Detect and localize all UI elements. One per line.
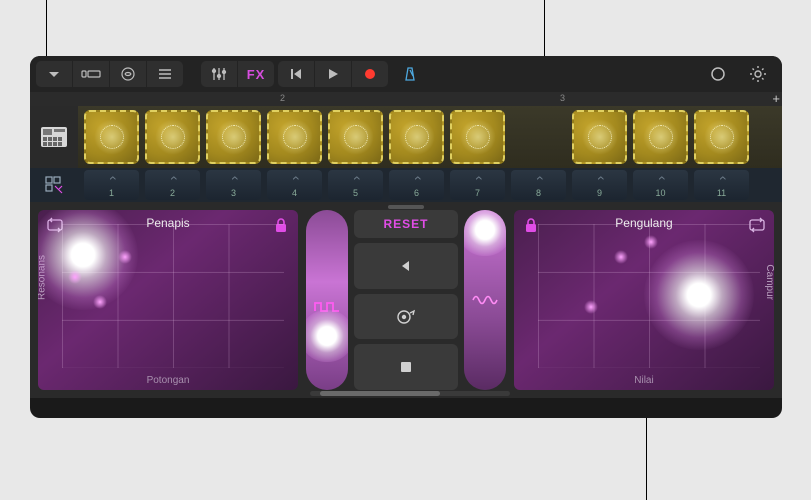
step-button[interactable]: 2 xyxy=(145,170,200,200)
view-segment xyxy=(36,61,183,87)
record-button[interactable] xyxy=(352,61,388,87)
step-button[interactable]: 6 xyxy=(389,170,444,200)
add-section-button[interactable]: + xyxy=(772,92,780,105)
drum-machine-icon[interactable] xyxy=(30,106,78,168)
loop-cell[interactable] xyxy=(84,110,139,164)
settings-button[interactable] xyxy=(740,61,776,87)
scratch-button[interactable] xyxy=(354,294,458,340)
step-button[interactable]: 10 xyxy=(633,170,688,200)
loop-cell[interactable] xyxy=(145,110,200,164)
fx-center-column: RESET xyxy=(306,210,506,390)
step-button[interactable]: 5 xyxy=(328,170,383,200)
loop-cell[interactable] xyxy=(633,110,688,164)
filter-xy-pad[interactable]: Penapis Resonans Potongan xyxy=(38,210,298,390)
menu-button[interactable] xyxy=(36,61,72,87)
ruler-mark: 3 xyxy=(560,93,565,103)
filter-x-label: Potongan xyxy=(38,375,298,386)
timeline-ruler[interactable]: 2 3 + xyxy=(30,92,782,106)
left-fx-slider[interactable] xyxy=(306,210,348,390)
step-button[interactable]: 3 xyxy=(206,170,261,200)
filter-y-label: Resonans xyxy=(38,255,48,300)
panel-segment: FX xyxy=(201,61,274,87)
reverse-button[interactable] xyxy=(354,243,458,289)
loop-cell[interactable] xyxy=(450,110,505,164)
repeater-x-label: Nilai xyxy=(514,375,774,386)
loop-button[interactable] xyxy=(700,61,736,87)
step-button[interactable]: 1 xyxy=(84,170,139,200)
repeater-xy-pad[interactable]: Pengulang Campur Nilai xyxy=(514,210,774,390)
right-fx-slider[interactable] xyxy=(464,210,506,390)
loop-cell[interactable] xyxy=(328,110,383,164)
main-toolbar: FX xyxy=(30,56,782,92)
step-row: 1 2 3 4 5 6 7 8 9 10 11 xyxy=(30,168,782,202)
step-button[interactable]: 4 xyxy=(267,170,322,200)
loop-cell[interactable] xyxy=(267,110,322,164)
loop-cell[interactable] xyxy=(694,110,749,164)
stop-button[interactable] xyxy=(354,344,458,390)
step-button[interactable]: 9 xyxy=(572,170,627,200)
fx-panel: Penapis Resonans Potongan RESET xyxy=(30,202,782,398)
loop-cell[interactable] xyxy=(572,110,627,164)
list-button[interactable] xyxy=(147,61,183,87)
step-button[interactable]: 11 xyxy=(694,170,749,200)
fx-scrollbar[interactable] xyxy=(310,391,510,396)
loop-cell[interactable] xyxy=(389,110,444,164)
mixer-button[interactable] xyxy=(201,61,237,87)
browser-button[interactable] xyxy=(110,61,146,87)
step-button[interactable]: 7 xyxy=(450,170,505,200)
fx-center-buttons: RESET xyxy=(354,210,458,390)
app-window: FX 2 3 + xyxy=(30,56,782,418)
go-to-start-button[interactable] xyxy=(278,61,314,87)
reset-button[interactable]: RESET xyxy=(354,210,458,238)
ruler-mark: 2 xyxy=(280,93,285,103)
repeater-y-label: Campur xyxy=(765,264,775,300)
fx-button[interactable]: FX xyxy=(238,61,274,87)
fx-label: FX xyxy=(247,67,266,82)
loop-cell[interactable] xyxy=(206,110,261,164)
live-loop-cells xyxy=(78,106,782,168)
grid-edit-icon[interactable] xyxy=(30,168,78,202)
loop-cell-empty[interactable] xyxy=(511,110,566,164)
metronome-button[interactable] xyxy=(392,61,428,87)
panel-grabber[interactable] xyxy=(388,205,424,209)
cell-strip xyxy=(30,106,782,168)
play-button[interactable] xyxy=(315,61,351,87)
step-button[interactable]: 8 xyxy=(511,170,566,200)
transport-segment xyxy=(278,61,388,87)
track-view-button[interactable] xyxy=(73,61,109,87)
